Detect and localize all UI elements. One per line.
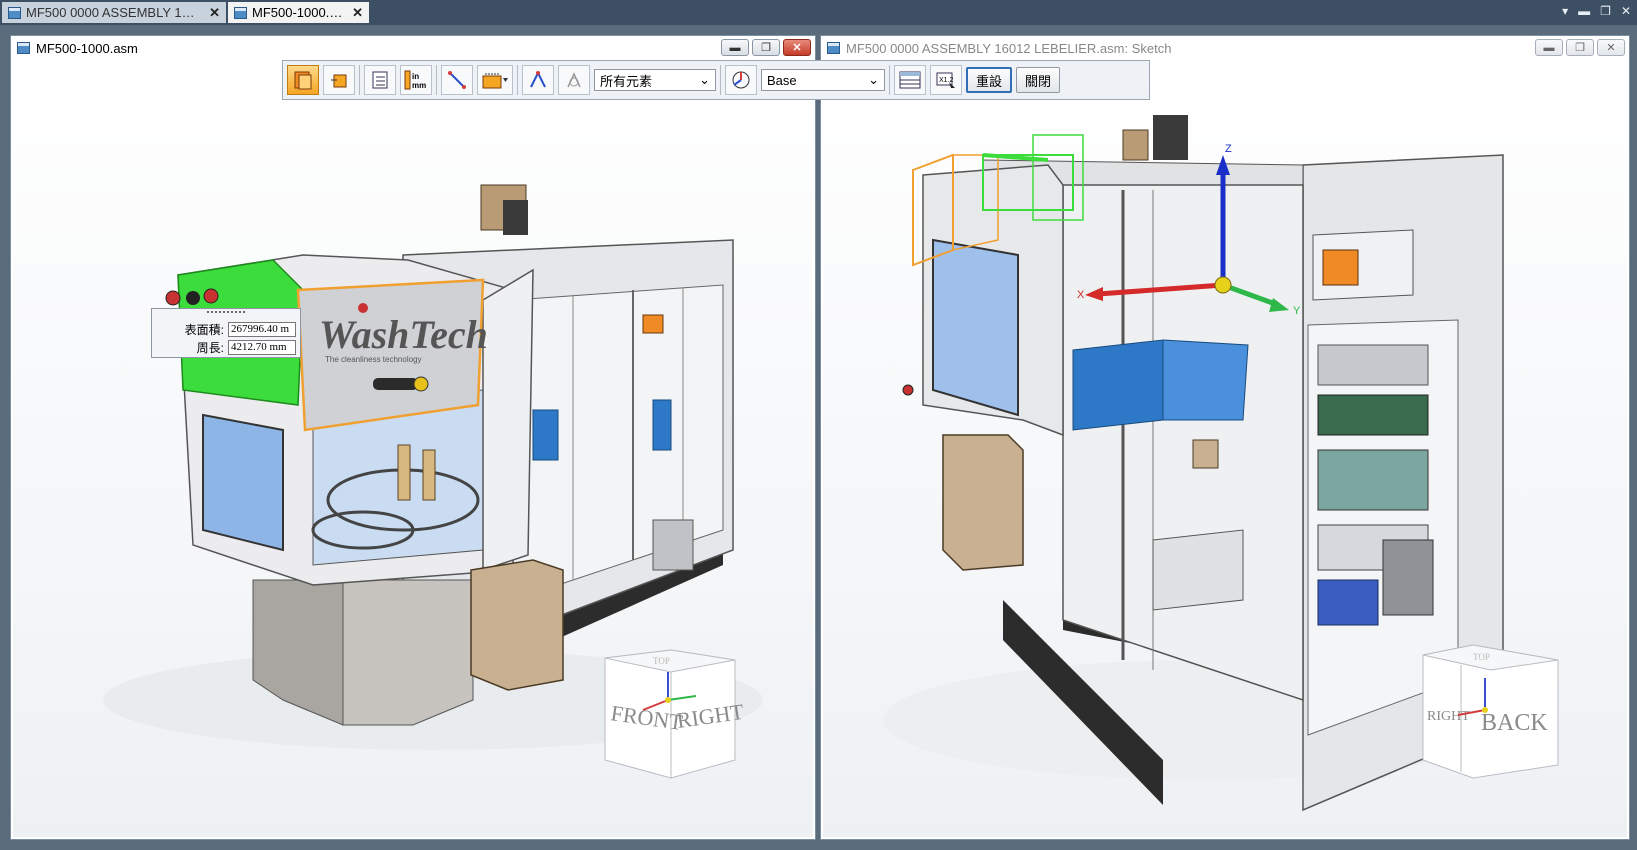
3d-viewport-right[interactable]: Z X Y TOP RIGHT BACK [823,60,1627,837]
chevron-down-icon: ⌄ [868,72,879,87]
window-titlebar[interactable]: MF500-1000.asm [11,36,815,60]
assembly-icon [8,6,21,19]
chevron-down-icon: ⌄ [699,72,710,87]
surface-area-label: 表面積: [184,322,224,337]
window-title: MF500-1000.asm [36,40,138,56]
electrical-box [942,434,1024,571]
arc-icon [567,72,581,88]
tab-label: MF500-1000.asm [252,5,345,20]
close-icon[interactable]: ✕ [209,5,220,21]
measure-icon [294,71,312,90]
coordinate-system-icon [732,71,750,89]
view-cube-right-label[interactable]: RIGHT [1427,709,1470,724]
close-button[interactable]: ✕ [783,39,811,56]
view-cube-left[interactable]: TOP FRONT RIGHT [604,649,746,779]
logo-tagline: The cleanliness technology [325,355,422,364]
element-filter-select[interactable]: 所有元素 ⌄ [594,69,716,91]
triad-z-label: Z [1225,143,1232,155]
triad-y-label: Y [1293,305,1301,317]
tooltip-drag-handle[interactable] [207,311,245,320]
restore-icon[interactable]: ❐ [1600,4,1611,18]
measure-mode-button[interactable] [287,65,319,95]
assembly-icon [17,42,30,54]
angle-button[interactable] [522,65,554,95]
blue-component [532,409,559,461]
view-cube-back-label[interactable]: BACK [1481,710,1548,736]
view-cube-top-label: TOP [653,656,670,666]
assembly-model-view[interactable]: WashTech The cleanliness technology TOP … [13,60,813,837]
line-measure-icon [448,71,466,89]
coordinate-base-value: Base [767,72,797,88]
element-filter-value: 所有元素 [600,73,653,89]
view-cube-right[interactable]: TOP RIGHT BACK [1422,644,1559,779]
blue-component [1072,339,1164,431]
svg-text:X1.2: X1.2 [939,77,954,84]
close-icon[interactable]: ✕ [352,5,363,21]
maximize-button[interactable]: ❐ [1566,39,1594,56]
show-results-button[interactable] [894,65,926,95]
single-selection-button[interactable] [323,65,355,95]
triad-x-label: X [1077,289,1085,301]
minimize-button[interactable]: ▬ [1535,39,1563,56]
measure-toolbar: in mm 所有元素 ⌄ Base ⌄ X1.2 重設 關閉 [282,60,1150,100]
units-button[interactable]: in mm [400,65,432,95]
measurement-tooltip[interactable]: 表面積: 267996.40 m 周長: 4212.70 mm [151,308,301,358]
tab-list-arrow-icon[interactable]: ▾ [1562,4,1568,18]
units-icon: inmm [404,70,426,90]
coordinate-base-select[interactable]: Base ⌄ [761,69,885,91]
minimize-button[interactable]: ▬ [721,39,749,56]
open-door [482,268,534,572]
chamber-window [932,238,1019,417]
tab-mf500-assembly[interactable]: MF500 0000 ASSEMBLY 160... ✕ [2,2,226,23]
angle-icon [530,71,546,88]
tab-label: MF500 0000 ASSEMBLY 160... [26,5,202,20]
maximize-button[interactable]: ❐ [752,39,780,56]
electrical-box [470,559,564,691]
assembly-icon [827,42,840,54]
copy-results-button[interactable]: X1.2 [930,65,962,95]
coordinate-system-button[interactable] [725,65,757,95]
assembly-model-view[interactable]: Z X Y TOP RIGHT BACK [823,60,1627,837]
table-icon [899,71,921,89]
copy-icon: X1.2 [936,72,955,88]
xyz-icon [482,73,508,89]
front-window [202,413,284,552]
select-icon [331,74,347,88]
3d-viewport-left[interactable]: WashTech The cleanliness technology TOP … [13,60,813,837]
arc-measure-button[interactable] [558,65,590,95]
right-document-window: MF500 0000 ASSEMBLY 16012 LEBELIER.asm: … [820,35,1630,840]
svg-text:mm: mm [412,81,426,90]
perimeter-value: 4212.70 mm [228,339,296,355]
list-icon [372,71,388,89]
point-to-point-button[interactable] [441,65,473,95]
reset-button[interactable]: 重設 [966,67,1013,93]
view-cube-top-label: TOP [1473,652,1490,662]
close-button[interactable]: ✕ [1597,39,1625,56]
window-titlebar[interactable]: MF500 0000 ASSEMBLY 16012 LEBELIER.asm: … [821,36,1629,60]
surface-area-value: 267996.40 m [228,321,296,337]
close-icon[interactable]: ✕ [1621,4,1631,18]
left-document-window: MF500-1000.asm ▬ ❐ ✕ WashTech The cleanl… [10,35,816,840]
document-tab-strip: MF500 0000 ASSEMBLY 160... ✕ MF500-1000.… [0,0,1637,25]
minimize-icon[interactable]: ▬ [1578,4,1590,18]
window-title: MF500 0000 ASSEMBLY 16012 LEBELIER.asm: … [846,40,1172,56]
close-measure-button[interactable]: 關閉 [1016,67,1061,93]
perimeter-label: 周長: [196,340,224,355]
xyz-distance-button[interactable] [477,65,513,95]
results-list-button[interactable] [364,65,396,95]
assembly-icon [234,6,247,19]
tab-mf500-1000[interactable]: MF500-1000.asm ✕ [228,2,369,23]
logo-brand: WashTech [319,312,488,357]
svg-text:in: in [412,72,419,81]
